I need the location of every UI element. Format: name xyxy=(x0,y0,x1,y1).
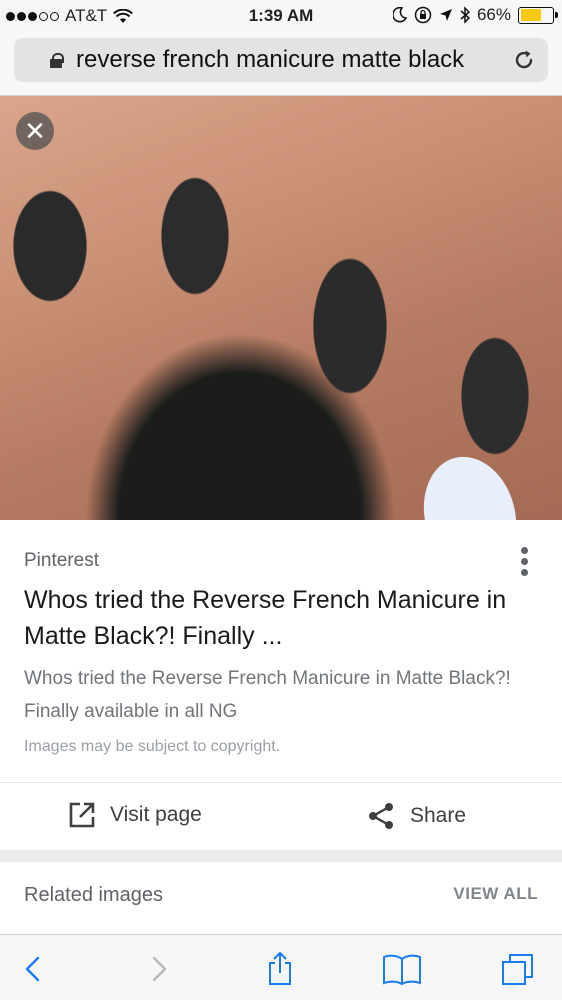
address-bar[interactable]: reverse french manicure matte black xyxy=(14,38,548,82)
result-title[interactable]: Whos tried the Reverse French Manicure i… xyxy=(24,582,544,654)
share-sheet-icon[interactable] xyxy=(262,951,298,987)
battery-icon xyxy=(518,6,558,24)
do-not-disturb-icon xyxy=(392,7,407,23)
open-external-icon xyxy=(69,802,95,828)
result-source[interactable]: Pinterest xyxy=(24,550,99,572)
lock-icon xyxy=(50,52,64,68)
view-all-link[interactable]: VIEW ALL xyxy=(453,884,538,904)
location-icon xyxy=(439,9,452,21)
battery-percent: 66% xyxy=(476,5,511,24)
share-icon xyxy=(369,803,393,829)
status-right: 66% xyxy=(392,5,558,25)
status-bar: AT&T 1:39 AM 66% xyxy=(0,0,562,32)
more-icon[interactable] xyxy=(516,544,532,580)
tabs-icon[interactable] xyxy=(500,951,536,987)
result-image[interactable]: ✕ xyxy=(0,96,562,520)
address-bar-text[interactable]: reverse french manicure matte black xyxy=(76,46,464,74)
bottle-label-graphic xyxy=(411,446,529,520)
forward-icon[interactable] xyxy=(140,951,176,987)
bluetooth-icon xyxy=(460,6,470,24)
share-button[interactable]: Share xyxy=(366,801,466,831)
close-icon[interactable]: ✕ xyxy=(16,112,54,150)
copyright-notice: Images may be subject to copyright. xyxy=(24,738,281,755)
result-description: Whos tried the Reverse French Manicure i… xyxy=(24,668,511,722)
result-actions: Visit page Share xyxy=(0,783,562,850)
visit-page-button[interactable]: Visit page xyxy=(68,801,202,829)
browser-toolbar xyxy=(0,934,562,1000)
visit-page-label: Visit page xyxy=(110,803,202,826)
bookmarks-icon[interactable] xyxy=(382,951,422,987)
orientation-lock-icon xyxy=(414,6,432,24)
back-icon[interactable] xyxy=(16,951,52,987)
result-card: Pinterest Whos tried the Reverse French … xyxy=(0,520,562,850)
reload-icon[interactable] xyxy=(512,48,536,72)
related-images-section: Related images VIEW ALL xyxy=(0,862,562,934)
browser-header: reverse french manicure matte black xyxy=(0,32,562,96)
share-label: Share xyxy=(410,804,467,827)
related-images-heading: Related images xyxy=(24,884,163,906)
